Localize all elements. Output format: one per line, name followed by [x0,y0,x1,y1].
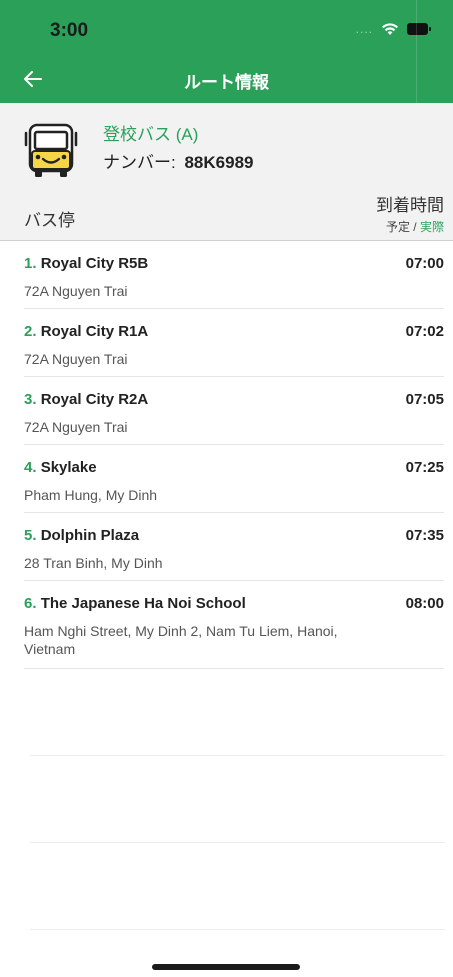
stop-address: 28 Tran Binh, My Dinh [24,555,163,571]
stop-row[interactable]: 1. Royal City R5B 07:00 72A Nguyen Trai [24,241,444,309]
bus-name: 登校バス (A) [103,125,199,144]
header-divider [416,0,417,103]
stop-name-text: Royal City R5B [40,255,149,272]
stop-number: 6. [24,595,37,612]
stop-name-text: Royal City R1A [40,323,149,340]
bus-info-panel: 登校バス (A) ナンバー: 88K6989 バス停 到着時間 予定 / 実際 [0,103,453,240]
app-header: 3:00 .... ルート情報 [0,0,453,103]
stop-number: 3. [24,391,37,408]
battery-icon [407,23,431,35]
bus-plate: ナンバー: 88K6989 [103,148,253,173]
stop-number: 4. [24,459,37,476]
stop-time: 07:00 [405,255,444,272]
stop-number: 2. [24,323,37,340]
stop-address: 72A Nguyen Trai [24,419,128,435]
empty-row-divider [30,929,445,930]
empty-row-divider [30,842,445,843]
stop-name: 3. Royal City R2A [24,391,148,408]
stop-row[interactable]: 6. The Japanese Ha Noi School 08:00 Ham … [24,581,444,669]
plate-label: ナンバー: [103,153,176,172]
stop-time: 08:00 [405,595,444,612]
stop-name-text: Skylake [40,459,97,476]
stop-name-text: Dolphin Plaza [40,527,140,544]
stop-time: 07:25 [405,459,444,476]
legend-separator: / [409,220,420,234]
status-time: 3:00 [50,20,89,41]
column-header-stop: バス停 [24,211,75,230]
stop-row[interactable]: 2. Royal City R1A 07:02 72A Nguyen Trai [24,309,444,377]
stop-address: 72A Nguyen Trai [24,283,128,299]
stop-name: 4. Skylake [24,459,97,476]
page-title: ルート情報 [184,73,269,92]
stop-time: 07:35 [405,527,444,544]
stop-row[interactable]: 5. Dolphin Plaza 07:35 28 Tran Binh, My … [24,513,444,581]
stop-address: Pham Hung, My Dinh [24,487,158,503]
stop-number: 1. [24,255,37,272]
stop-list: 1. Royal City R5B 07:00 72A Nguyen Trai … [0,241,453,669]
stop-name: 1. Royal City R5B [24,255,148,272]
nav-bar: ルート情報 [0,58,453,102]
legend-scheduled: 予定 [385,220,410,234]
stop-name: 2. Royal City R1A [24,323,148,340]
time-legend: 予定 / 実際 [386,218,444,235]
stop-row[interactable]: 4. Skylake 07:25 Pham Hung, My Dinh [24,445,444,513]
column-header-arrival: 到着時間 [376,196,444,215]
empty-row-divider [30,755,445,756]
status-icons: .... [356,22,431,36]
stop-name-text: Royal City R2A [40,391,149,408]
stop-time: 07:02 [405,323,444,340]
stop-name: 6. The Japanese Ha Noi School [24,595,246,612]
stop-name-text: The Japanese Ha Noi School [40,595,246,612]
stop-address: 72A Nguyen Trai [24,351,128,367]
wifi-icon [381,22,399,36]
stop-address: Ham Nghi Street, My Dinh 2, Nam Tu Liem,… [24,623,338,657]
stop-row[interactable]: 3. Royal City R2A 07:05 72A Nguyen Trai [24,377,444,445]
home-indicator[interactable] [152,964,300,970]
stop-name: 5. Dolphin Plaza [24,527,139,544]
plate-value: 88K6989 [184,153,254,172]
stop-time: 07:05 [405,391,444,408]
signal-icon: .... [355,22,373,36]
stop-number: 5. [24,527,37,544]
school-bus-icon [24,123,78,177]
legend-actual: 実際 [419,220,444,234]
